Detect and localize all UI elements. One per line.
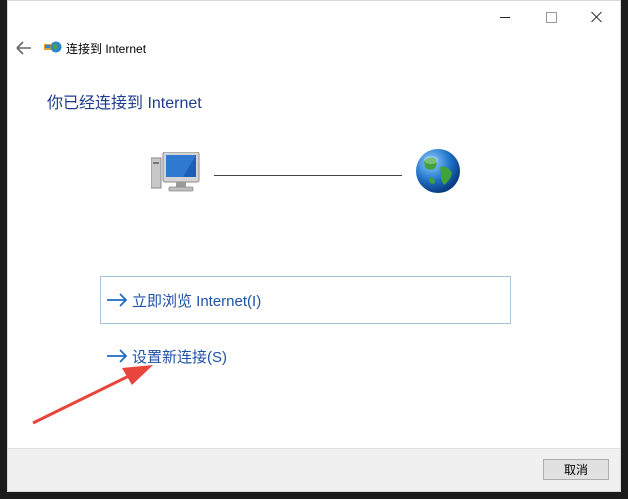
minimize-icon	[500, 16, 510, 18]
minimize-button[interactable]	[482, 1, 528, 33]
cancel-button[interactable]: 取消	[543, 459, 609, 480]
browse-internet-link[interactable]: 立即浏览 Internet(I)	[100, 276, 511, 324]
close-button[interactable]	[574, 1, 620, 33]
computer-monitor-icon	[151, 152, 200, 192]
close-icon	[591, 11, 603, 23]
maximize-button[interactable]	[528, 1, 574, 33]
network-globe-icon	[44, 41, 62, 53]
setup-new-connection-link[interactable]: 设置新连接(S)	[100, 334, 227, 378]
connect-to-internet-window: 连接到 Internet 你已经连接到 Internet 立即浏览 Intern…	[7, 0, 621, 492]
connection-line	[214, 175, 402, 176]
window-title: 连接到 Internet	[66, 42, 147, 56]
globe-icon	[416, 149, 460, 193]
setup-new-connection-label: 设置新连接(S)	[132, 348, 227, 366]
back-arrow-icon[interactable]	[15, 39, 33, 57]
arrow-right-icon	[107, 349, 128, 363]
arrow-right-icon	[107, 293, 128, 307]
browse-internet-label: 立即浏览 Internet(I)	[132, 292, 262, 310]
dialog-footer: 取消	[8, 448, 620, 491]
status-heading: 你已经连接到 Internet	[47, 95, 202, 112]
maximize-icon	[545, 11, 557, 23]
